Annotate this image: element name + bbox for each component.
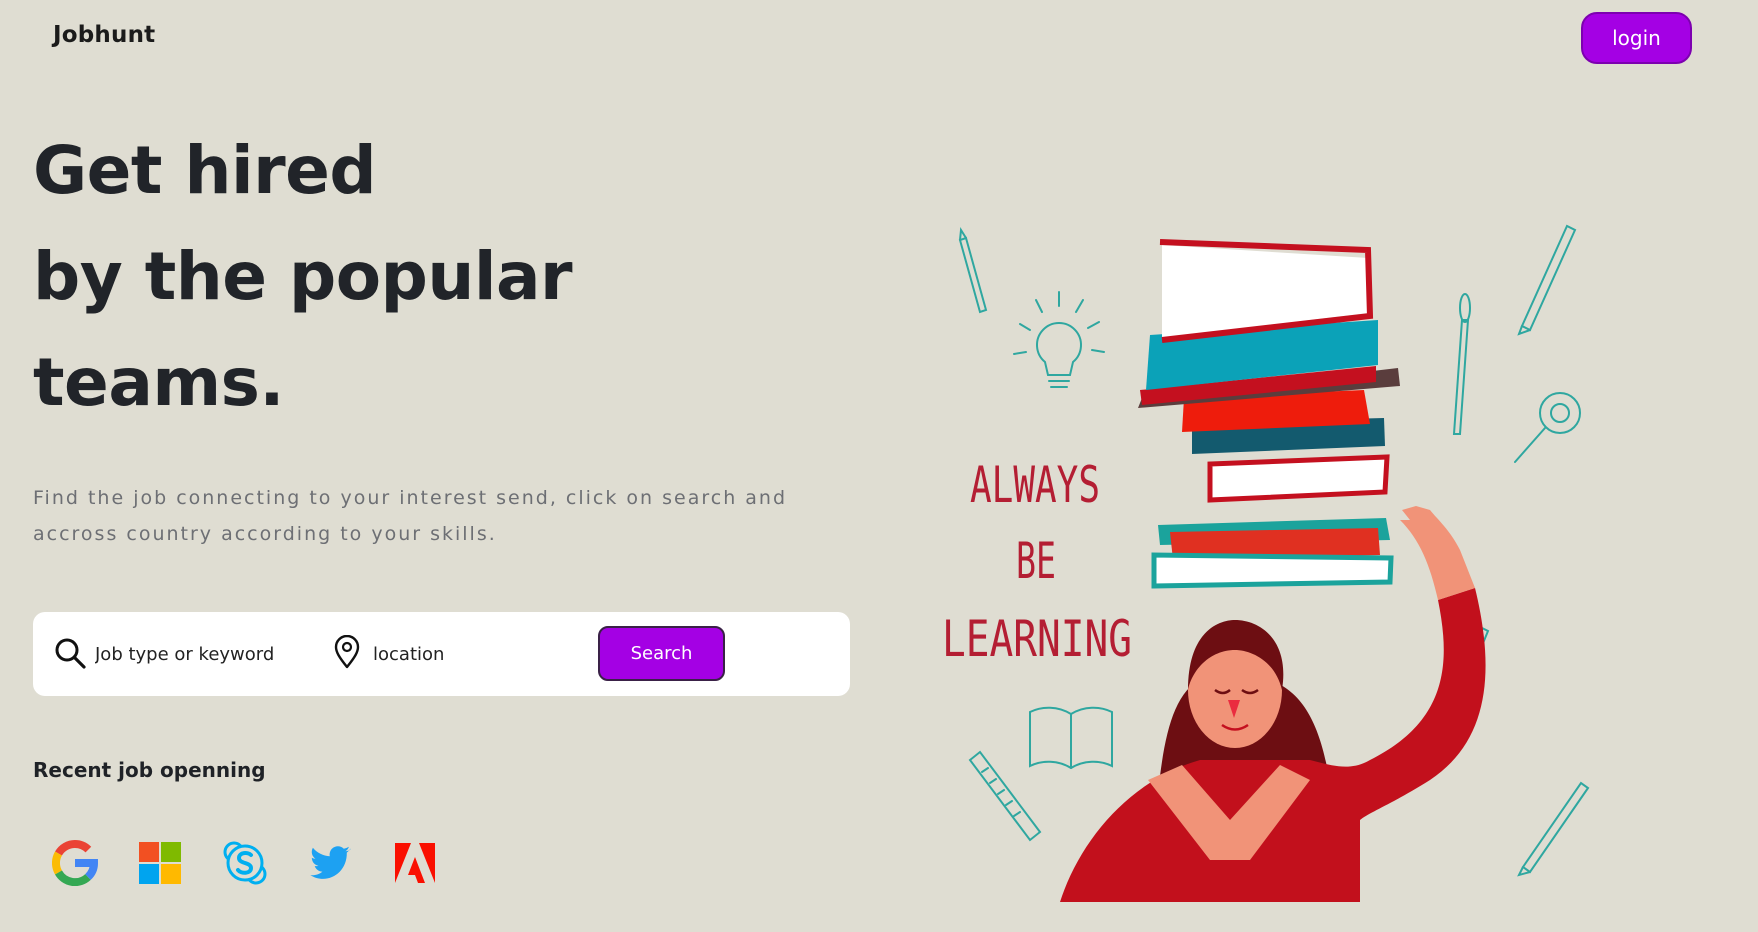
keyword-input[interactable]: [95, 634, 315, 674]
lettering-be: BE: [1016, 532, 1056, 590]
brand-logo-text[interactable]: Jobhunt: [53, 22, 155, 48]
always-be-learning-lettering: ALWAYS BE LEARNING: [942, 456, 1132, 668]
hero-title-line-1: Get hired: [33, 132, 377, 209]
recent-jobs-heading: Recent job openning: [33, 758, 266, 782]
adobe-logo[interactable]: [392, 840, 438, 886]
lettering-learning: LEARNING: [942, 610, 1132, 668]
search-icon: [55, 638, 86, 669]
lettering-always: ALWAYS: [970, 456, 1100, 514]
navbar: Jobhunt login: [0, 0, 1758, 76]
learning-illustration: ALWAYS BE LEARNING: [942, 224, 1590, 902]
skype-logo[interactable]: [222, 840, 268, 886]
location-input[interactable]: [373, 634, 573, 674]
hero-title-line-2: by the popular: [33, 238, 573, 315]
microsoft-logo[interactable]: [137, 840, 183, 886]
hero-title: Get hired by the popular teams.: [33, 118, 793, 436]
hero-subtitle: Find the job connecting to your interest…: [33, 487, 788, 545]
login-button[interactable]: login: [1581, 12, 1692, 64]
hero-title-line-3: teams.: [33, 344, 284, 421]
location-pin-icon: [334, 635, 360, 669]
search-button[interactable]: Search: [598, 626, 725, 681]
google-logo[interactable]: [52, 840, 98, 886]
book-stack: [1138, 239, 1400, 589]
search-bar: Search: [33, 612, 850, 696]
twitter-logo[interactable]: [307, 840, 353, 886]
